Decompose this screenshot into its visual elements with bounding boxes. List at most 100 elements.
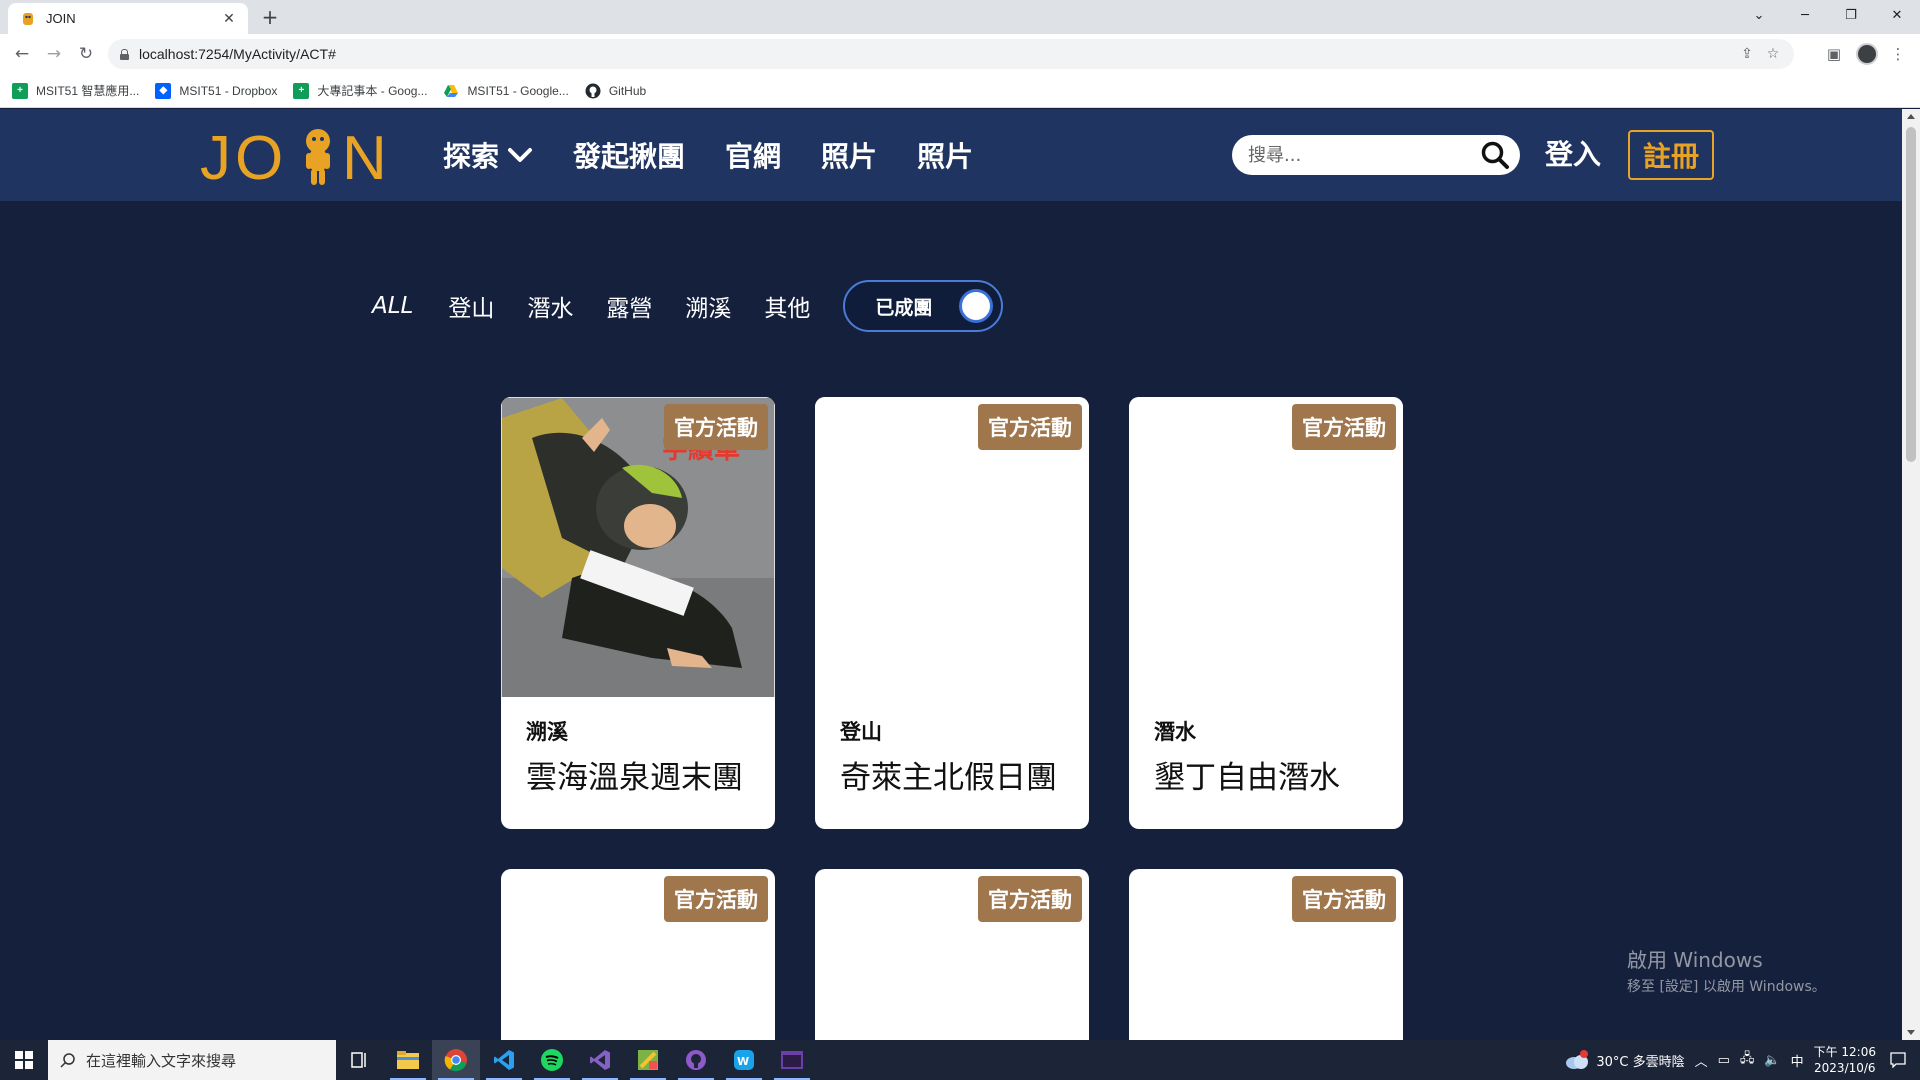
chrome-icon[interactable] <box>432 1040 480 1080</box>
share-icon[interactable]: ⇪ <box>1738 45 1756 63</box>
windows-logo-icon <box>15 1051 33 1069</box>
nav-photos[interactable]: 照片 <box>821 135 877 175</box>
activity-card[interactable]: 官方活動 潛水 墾丁自由潛水 <box>1129 397 1403 829</box>
filter-other[interactable]: 其他 <box>764 289 810 323</box>
register-button[interactable]: 註冊 <box>1628 130 1714 180</box>
search-input[interactable] <box>1248 144 1478 166</box>
back-button[interactable]: ← <box>10 42 34 66</box>
bookmark-item[interactable]: GitHub <box>585 83 646 99</box>
nav-start-group[interactable]: 發起揪團 <box>573 135 685 175</box>
bookmark-item[interactable]: MSIT51 - Google... <box>443 83 569 99</box>
tab-search-icon[interactable]: ⌄ <box>1736 0 1782 30</box>
filter-diving[interactable]: 潛水 <box>527 289 573 323</box>
search-icon[interactable] <box>1480 140 1510 170</box>
bookmark-item[interactable]: + 大專記事本 - Goog... <box>293 82 427 99</box>
search-icon <box>60 1053 75 1068</box>
nav-explore-label: 探索 <box>443 140 500 173</box>
bookmark-label: MSIT51 - Google... <box>467 83 569 98</box>
official-badge: 官方活動 <box>664 876 768 922</box>
menu-kebab-icon[interactable]: ⋮ <box>1886 42 1910 66</box>
github-icon <box>585 83 601 98</box>
new-tab-button[interactable]: + <box>258 5 282 29</box>
reload-button[interactable]: ↻ <box>74 42 98 66</box>
login-link[interactable]: 登入 <box>1545 133 1601 173</box>
activity-card[interactable]: 字績車 官方活動 溯溪 雲海溫泉週末團 <box>501 397 775 829</box>
formed-group-toggle[interactable]: 已成團 <box>843 280 1004 332</box>
google-drive-icon <box>444 84 459 97</box>
volume-icon[interactable]: 🔈 <box>1764 1053 1780 1068</box>
nav-explore[interactable]: 探索 <box>443 135 533 175</box>
system-tray: 30°C 多雲時陰 ︿ ▭ 🖧 🔈 中 下午 12:06 2023/10/6 <box>1564 1040 1920 1080</box>
category-filters: ALL 登山 潛水 露營 溯溪 其他 已成團 <box>372 280 1004 332</box>
card-title: 奇萊主北假日團 <box>840 760 1057 796</box>
nav-photos-2[interactable]: 照片 <box>917 135 973 175</box>
network-icon[interactable]: 🖧 <box>1740 1049 1755 1071</box>
join-logo[interactable]: JO N <box>200 123 404 187</box>
toggle-knob <box>959 289 994 323</box>
filter-camping[interactable]: 露營 <box>606 289 652 323</box>
start-button[interactable] <box>0 1040 48 1080</box>
taskbar-search[interactable]: 在這裡輸入文字來搜尋 <box>48 1040 336 1080</box>
svg-text:N: N <box>342 124 387 187</box>
sketch-app-icon[interactable] <box>624 1040 672 1080</box>
official-badge: 官方活動 <box>978 876 1082 922</box>
windows-activation-watermark: 啟用 Windows 移至 [設定] 以啟用 Windows。 <box>1627 944 1826 996</box>
weather-widget[interactable]: 30°C 多雲時陰 <box>1564 1050 1685 1070</box>
site-search <box>1232 135 1520 175</box>
notification-center-icon[interactable] <box>1890 1052 1906 1068</box>
ime-indicator[interactable]: 中 <box>1791 1051 1804 1070</box>
visual-studio-icon[interactable] <box>576 1040 624 1080</box>
bookmark-item[interactable]: + MSIT51 智慧應用... <box>12 82 139 99</box>
spotify-icon[interactable] <box>528 1040 576 1080</box>
forward-button[interactable]: → <box>42 42 66 66</box>
activity-card[interactable]: 官方活動 <box>1129 869 1403 1040</box>
window-controls: ⌄ ─ ❐ ✕ <box>1736 0 1920 30</box>
filter-hiking[interactable]: 登山 <box>448 289 494 323</box>
webstorm-icon[interactable]: W <box>720 1040 768 1080</box>
site-header: JO N 探索 發起揪團 官網 照片 照片 登入 <box>0 109 1902 201</box>
join-favicon-icon <box>23 12 33 25</box>
sheets-icon: + <box>293 82 310 99</box>
bookmarks-bar: + MSIT51 智慧應用... ◆ MSIT51 - Dropbox + 大專… <box>0 74 1920 108</box>
official-badge: 官方活動 <box>978 404 1082 450</box>
nav-official[interactable]: 官網 <box>725 135 781 175</box>
filter-all[interactable]: ALL <box>372 293 413 319</box>
activity-card[interactable]: 官方活動 <box>815 869 1089 1040</box>
file-explorer-icon[interactable] <box>384 1040 432 1080</box>
taskbar-clock[interactable]: 下午 12:06 2023/10/6 <box>1814 1044 1876 1076</box>
terminal-icon[interactable] <box>768 1040 816 1080</box>
card-category: 登山 <box>840 720 882 744</box>
scroll-down-arrow[interactable] <box>1907 1030 1915 1035</box>
restore-button[interactable]: ❐ <box>1828 0 1874 30</box>
watermark-subtitle: 移至 [設定] 以啟用 Windows。 <box>1627 979 1826 995</box>
svg-text:W: W <box>737 1055 749 1068</box>
side-panel-icon[interactable]: ▣ <box>1822 42 1846 66</box>
close-tab-icon[interactable]: ✕ <box>220 11 238 27</box>
activity-card[interactable]: 官方活動 登山 奇萊主北假日團 <box>815 397 1089 829</box>
browser-tab[interactable]: JOIN ✕ <box>8 3 248 34</box>
scroll-up-arrow[interactable] <box>1907 114 1915 119</box>
filter-river-tracing[interactable]: 溯溪 <box>685 289 731 323</box>
task-view-icon[interactable] <box>336 1040 384 1080</box>
github-desktop-icon[interactable] <box>672 1040 720 1080</box>
profile-avatar[interactable] <box>1856 43 1878 65</box>
scrollbar-thumb[interactable] <box>1906 127 1916 462</box>
tab-title: JOIN <box>46 11 76 26</box>
vscode-icon[interactable] <box>480 1040 528 1080</box>
minimize-button[interactable]: ─ <box>1782 0 1828 30</box>
page-scrollbar[interactable] <box>1902 109 1920 1040</box>
bookmark-star-icon[interactable]: ☆ <box>1764 45 1782 63</box>
show-hidden-icons-icon[interactable]: ︿ <box>1695 1051 1708 1070</box>
bookmark-item[interactable]: ◆ MSIT51 - Dropbox <box>155 82 277 99</box>
card-title: 雲海溫泉週末團 <box>526 760 743 796</box>
address-bar[interactable]: localhost:7254/MyActivity/ACT# ⇪ ☆ <box>108 39 1794 69</box>
sheets-icon: + <box>12 82 28 99</box>
cloud-icon <box>1566 1050 1589 1069</box>
taskbar-search-placeholder: 在這裡輸入文字來搜尋 <box>86 1051 237 1070</box>
chevron-down-icon <box>508 148 533 162</box>
bookmark-label: 大專記事本 - Goog... <box>317 84 428 98</box>
activity-card[interactable]: 官方活動 <box>501 869 775 1040</box>
card-category: 潛水 <box>1154 720 1196 744</box>
close-window-button[interactable]: ✕ <box>1874 0 1920 30</box>
meet-now-icon[interactable]: ▭ <box>1718 1053 1730 1068</box>
